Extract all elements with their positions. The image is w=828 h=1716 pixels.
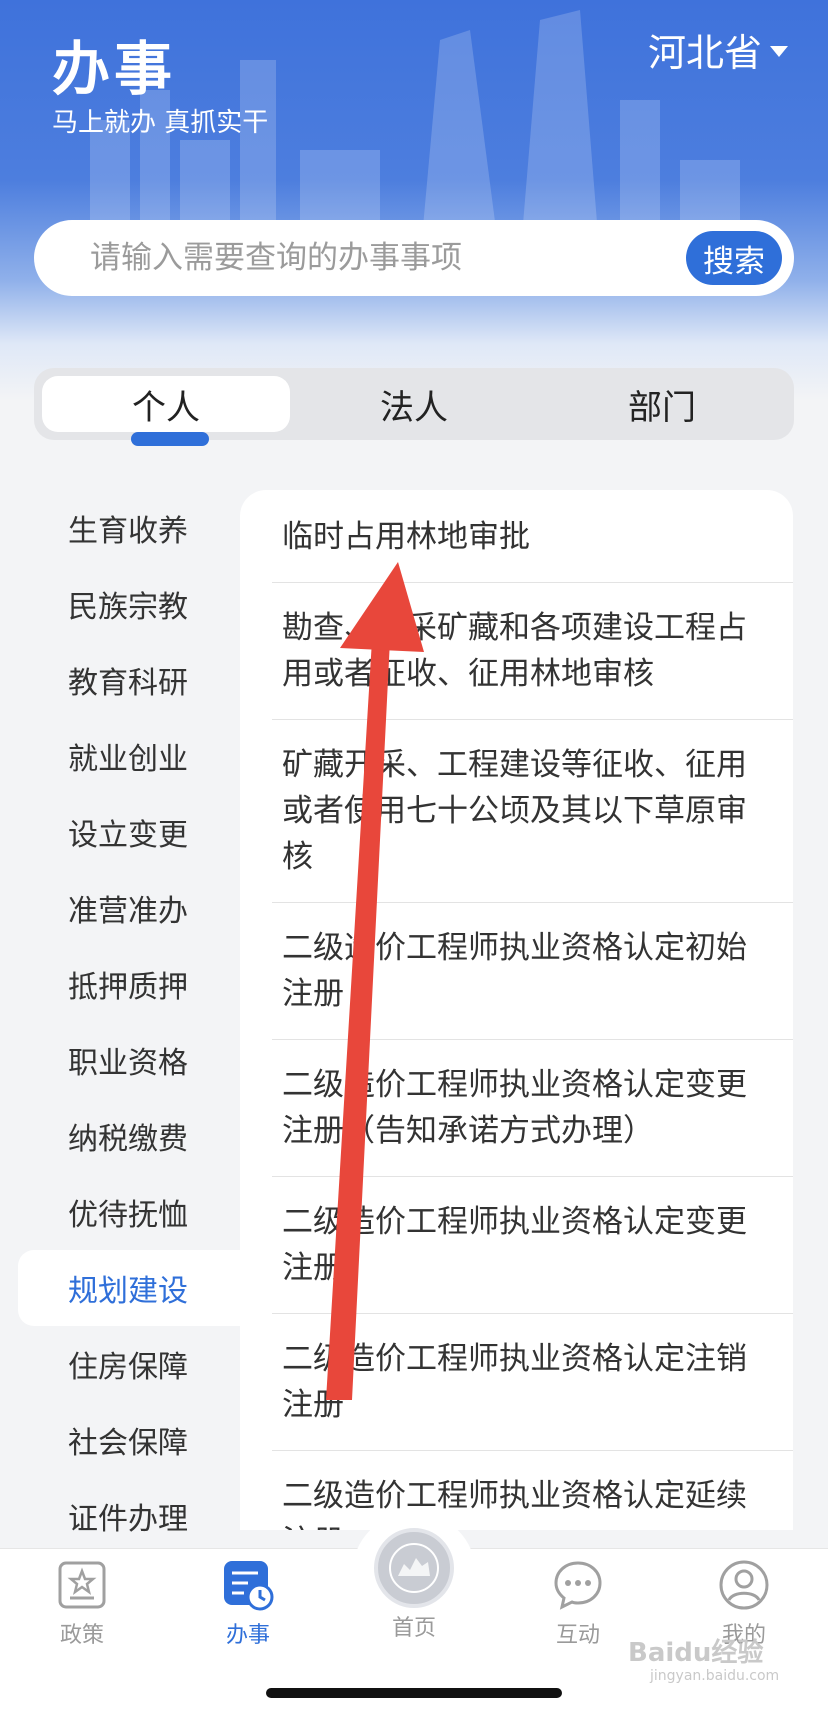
sidebar-item-active[interactable]: 规划建设 (18, 1250, 248, 1326)
list-item[interactable]: 临时占用林地审批 (272, 490, 793, 583)
category-sidebar: 生育收养 民族宗教 教育科研 就业创业 设立变更 准营准办 抵押质押 职业资格 … (0, 490, 248, 1554)
tab-legal-person[interactable]: 法人 (290, 376, 538, 432)
service-list: 临时占用林地审批 勘查、开采矿藏和各项建设工程占用或者征收、征用林地审核 矿藏开… (240, 490, 793, 1530)
home-indicator[interactable] (266, 1688, 562, 1698)
sidebar-item[interactable]: 生育收养 (0, 490, 240, 566)
list-item[interactable]: 勘查、开采矿藏和各项建设工程占用或者征收、征用林地审核 (272, 583, 793, 720)
list-item[interactable]: 二级造价工程师执业资格认定初始注册 (272, 903, 793, 1040)
nav-home[interactable] (374, 1528, 454, 1608)
sidebar-item[interactable]: 证件办理 (0, 1478, 240, 1554)
nav-label: 办事 (225, 1623, 270, 1648)
home-emblem-icon (389, 1543, 439, 1593)
sidebar-item[interactable]: 抵押质押 (0, 946, 240, 1022)
province-selector[interactable]: 河北省 (648, 22, 788, 77)
page-subtitle: 马上就办 真抓实干 (52, 108, 269, 138)
list-item[interactable]: 二级造价工程师执业资格认定延续注册 (272, 1451, 793, 1530)
list-item[interactable]: 二级造价工程师执业资格认定注销注册 (272, 1314, 793, 1451)
nav-label: 政策 (59, 1623, 104, 1648)
sidebar-item[interactable]: 优待抚恤 (0, 1174, 240, 1250)
user-icon (719, 1560, 769, 1610)
nav-affairs[interactable]: 办事 (188, 1559, 308, 1649)
watermark-url: jingyan.baidu.com (650, 1668, 780, 1684)
affairs-icon (224, 1561, 274, 1611)
sidebar-item[interactable]: 职业资格 (0, 1022, 240, 1098)
list-item[interactable]: 二级造价工程师执业资格认定变更注册（告知承诺方式办理） (272, 1040, 793, 1177)
chat-icon (554, 1561, 602, 1610)
tab-department[interactable]: 部门 (538, 376, 786, 432)
tab-personal[interactable]: 个人 (42, 376, 290, 432)
caret-down-icon (770, 46, 788, 57)
sidebar-item[interactable]: 准营准办 (0, 870, 240, 946)
search-bar: 搜索 (34, 220, 794, 296)
nav-policy[interactable]: 政策 (22, 1559, 142, 1649)
list-item[interactable]: 二级造价工程师执业资格认定变更注册 (272, 1177, 793, 1314)
sidebar-item-label: 规划建设 (68, 1274, 188, 1309)
list-item[interactable]: 矿藏开采、工程建设等征收、征用或者使用七十公顷及其以下草原审核 (272, 720, 793, 903)
nav-label: 互动 (555, 1623, 600, 1648)
province-label: 河北省 (647, 31, 762, 75)
policy-icon (58, 1561, 106, 1609)
category-tabs: 个人 法人 部门 (34, 368, 794, 440)
sidebar-item[interactable]: 社会保障 (0, 1402, 240, 1478)
header-banner: 办事 马上就办 真抓实干 河北省 (0, 0, 828, 400)
sidebar-item[interactable]: 设立变更 (0, 794, 240, 870)
sidebar-item[interactable]: 民族宗教 (0, 566, 240, 642)
sidebar-item[interactable]: 就业创业 (0, 718, 240, 794)
active-tab-indicator (131, 432, 209, 446)
watermark: Baidu经验 (628, 1638, 764, 1668)
sidebar-item[interactable]: 住房保障 (0, 1326, 240, 1402)
nav-interact[interactable]: 互动 (518, 1559, 638, 1649)
search-button[interactable]: 搜索 (686, 231, 782, 285)
sidebar-item[interactable]: 教育科研 (0, 642, 240, 718)
page-title: 办事 (52, 35, 177, 103)
search-input[interactable] (90, 240, 686, 276)
sidebar-item[interactable]: 纳税缴费 (0, 1098, 240, 1174)
nav-label-home: 首页 (391, 1616, 436, 1641)
